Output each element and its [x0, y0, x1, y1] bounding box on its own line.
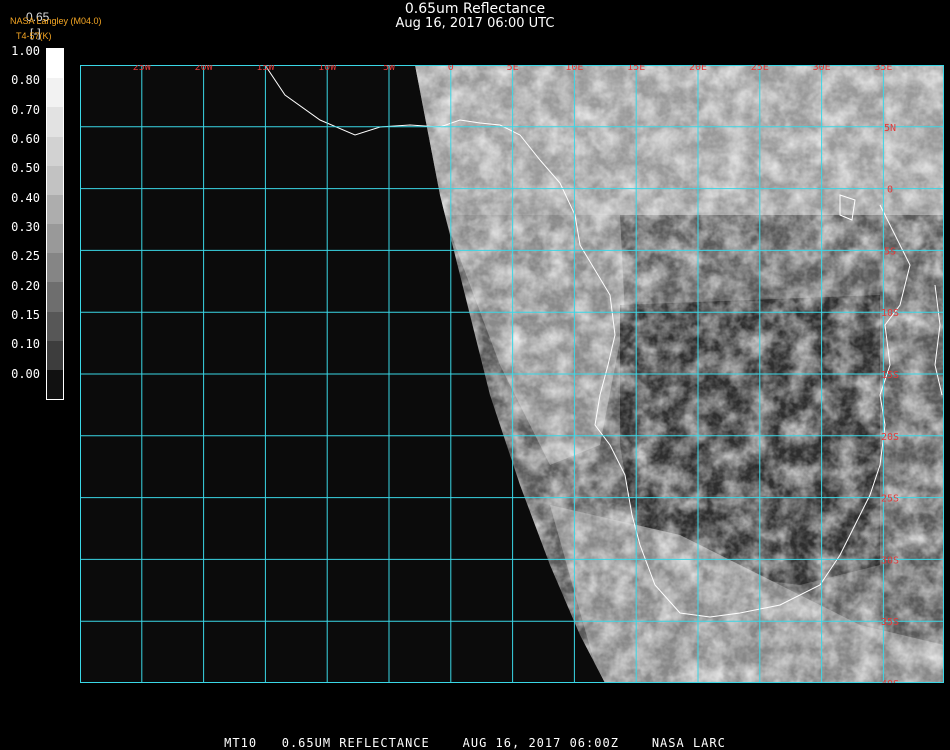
colorbar-segment	[47, 136, 63, 166]
colorbar-segment	[47, 165, 63, 195]
latitude-label: 35S	[881, 617, 899, 628]
latitude-label: 10S	[881, 308, 899, 319]
latitude-label: 20S	[881, 432, 899, 443]
colorbar-segment	[47, 107, 63, 137]
map-canvas: 25W 20W 15W 10W 5W 0 5E 10E 15E 20E 25E 30E 35E 5N 0 5S…	[80, 65, 944, 683]
colorbar-tick-label: 0.40	[11, 190, 40, 205]
colorbar-segment	[47, 282, 63, 312]
longitude-label: 15E	[627, 65, 645, 73]
colorbar-tick-label: 0.25	[11, 249, 40, 264]
colorbar-tick-label: 0.50	[11, 161, 40, 176]
longitude-label: 25E	[751, 65, 769, 73]
colorbar	[46, 48, 64, 400]
credit-sub-label: T4-57(K)	[16, 31, 52, 41]
colorbar-tick-label: 0.70	[11, 102, 40, 117]
colorbar-segment	[47, 311, 63, 341]
longitude-label: 20E	[689, 65, 707, 73]
longitude-label: 30E	[813, 65, 831, 73]
longitude-label: 20W	[195, 65, 214, 73]
latitude-label: 40S	[881, 679, 899, 683]
colorbar-segment	[47, 194, 63, 225]
longitude-label: 5W	[383, 65, 396, 73]
colorbar-segment	[47, 253, 63, 283]
latitude-label: 30S	[881, 555, 899, 566]
title-block: 0.65um Reflectance Aug 16, 2017 06:00 UT…	[0, 2, 950, 31]
colorbar-tick-label: 1.00	[11, 44, 40, 58]
map-subtitle: Aug 16, 2017 06:00 UTC	[395, 16, 555, 31]
footer-caption: MT10 0.65UM REFLECTANCE AUG 16, 2017 06:…	[224, 736, 726, 750]
colorbar-segment	[47, 224, 63, 254]
longitude-label: 0	[448, 65, 454, 73]
colorbar-segment	[47, 369, 63, 400]
colorbar-tick-label: 0.10	[11, 337, 40, 352]
longitude-label: 10W	[318, 65, 337, 73]
credit-label: NASA Langley (M04.0)	[10, 16, 102, 26]
latitude-label: 5S	[884, 246, 896, 257]
colorbar-tick-label: 0.15	[11, 308, 40, 322]
satellite-map: 25W 20W 15W 10W 5W 0 5E 10E 15E 20E 25E 30E 35E 5N 0 5S…	[80, 65, 944, 683]
colorbar-segment	[47, 340, 63, 370]
colorbar-tick-label: 0.00	[11, 366, 40, 381]
map-title: 0.65um Reflectance	[404, 1, 546, 17]
colorbar-tick-label: 0.20	[11, 278, 40, 293]
latitude-label: 15S	[881, 370, 899, 381]
longitude-label: 10E	[565, 65, 583, 73]
colorbar-tick-label: 0.30	[11, 220, 40, 234]
longitude-label: 5E	[507, 65, 519, 73]
latitude-label: 0	[887, 185, 893, 196]
colorbar-segment	[47, 49, 63, 79]
colorbar-segment	[47, 78, 63, 108]
colorbar-tick-label: 0.80	[11, 73, 40, 88]
longitude-label: 15W	[256, 65, 275, 73]
latitude-label: 25S	[881, 494, 899, 505]
longitude-label: 35E	[874, 65, 892, 73]
colorbar-tick-label: 0.60	[11, 132, 40, 146]
latitude-label: 5N	[884, 123, 896, 134]
longitude-label: 25W	[133, 65, 152, 73]
